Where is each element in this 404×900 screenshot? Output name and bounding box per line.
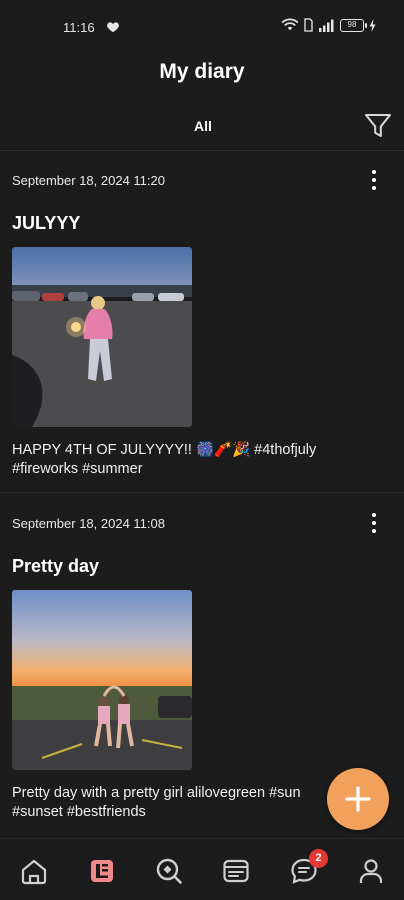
entry-date: September 18, 2024 11:08 (12, 516, 165, 531)
bottom-nav: 2 (0, 838, 404, 900)
chat-badge: 2 (309, 849, 328, 868)
heart-icon (107, 22, 119, 33)
nav-explore[interactable] (153, 855, 185, 887)
status-icons: 98 (281, 18, 376, 32)
more-dot (372, 178, 376, 182)
battery-icon: 98 (340, 18, 367, 32)
fireworks-photo-image (12, 247, 192, 427)
status-bar: 11:16 98 (0, 0, 404, 54)
more-dot (372, 513, 376, 517)
home-icon (21, 859, 47, 885)
filter-all-tab[interactable]: All (183, 118, 223, 134)
more-dot (372, 529, 376, 533)
entry-text-line: HAPPY 4TH OF JULYYYY!! 🎆🧨🎉 #4thofjuly (12, 442, 317, 458)
more-dot (372, 186, 376, 190)
entry-menu-button[interactable] (362, 166, 386, 194)
profile-icon (359, 859, 383, 883)
diary-entry[interactable]: September 18, 2024 11:20 JULYYY HAPPY 4T… (0, 150, 404, 490)
sim-icon (304, 18, 313, 32)
status-time: 11:16 (63, 20, 95, 35)
add-entry-button[interactable] (327, 768, 389, 830)
feed-icon (223, 859, 249, 883)
entry-title: Pretty day (12, 556, 100, 576)
entry-text-line: #fireworks #summer (12, 461, 143, 477)
page-title: My diary (159, 60, 245, 83)
more-dot (372, 521, 376, 525)
charging-icon (369, 18, 376, 32)
explore-icon (156, 858, 182, 884)
signal-icon (319, 19, 334, 32)
nav-profile[interactable] (355, 855, 387, 887)
more-dot (372, 170, 376, 174)
nav-feed[interactable] (220, 855, 252, 887)
entry-title: JULYYY (12, 213, 81, 233)
diary-icon (91, 860, 113, 882)
wifi-icon (281, 18, 299, 31)
entry-date: September 18, 2024 11:20 (12, 173, 165, 188)
filter-icon (365, 114, 391, 137)
sunset-photo-image (12, 590, 192, 770)
entry-photo[interactable] (12, 247, 192, 427)
nav-chat[interactable]: 2 (288, 849, 328, 887)
nav-diary[interactable] (86, 855, 118, 887)
entry-text-line: #sunset #bestfriends (12, 804, 146, 820)
entry-menu-button[interactable] (362, 509, 386, 537)
entry-photo[interactable] (12, 590, 192, 770)
plus-icon (345, 786, 371, 812)
nav-home[interactable] (18, 855, 50, 887)
filter-button[interactable] (362, 110, 394, 142)
